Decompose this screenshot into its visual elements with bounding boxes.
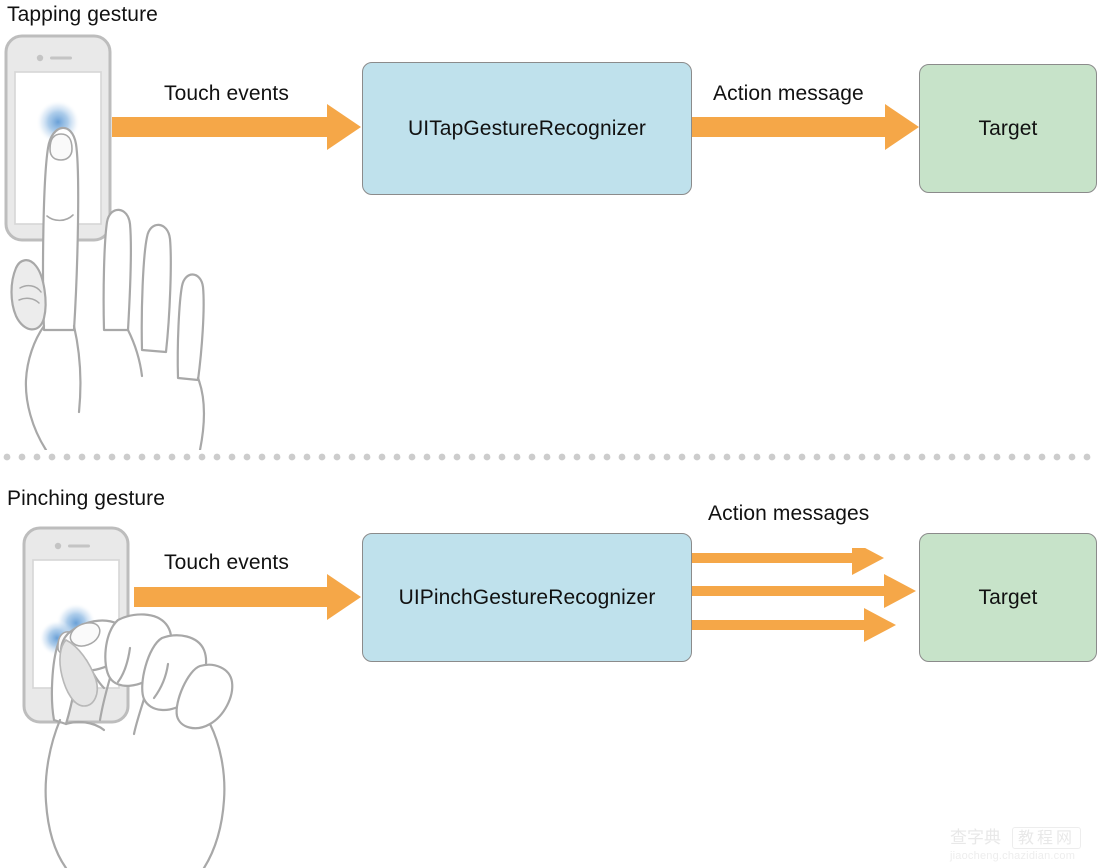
- node-uipinchgesturerecognizer[interactable]: UIPinchGestureRecognizer: [362, 533, 692, 662]
- node-label: UIPinchGestureRecognizer: [398, 585, 656, 609]
- section-title-pinching: Pinching gesture: [7, 487, 166, 510]
- node-target-pinching[interactable]: Target: [919, 533, 1097, 662]
- arrow-action-message-1: [692, 548, 884, 575]
- watermark: 查字典 教程网 jiaocheng.chazidian.com: [950, 827, 1095, 866]
- arrow-group-action-messages-pinching: [692, 548, 916, 642]
- watermark-boxed-text: 教程网: [1012, 827, 1082, 849]
- arrow-action-message-tapping: [692, 104, 919, 150]
- section-title-tapping: Tapping gesture: [7, 3, 158, 26]
- arrow-touch-events-pinching: [134, 574, 361, 620]
- node-uitapgesturerecognizer[interactable]: UITapGestureRecognizer: [362, 62, 692, 195]
- arrow-action-message-2: [692, 574, 916, 608]
- arrow-action-message-3: [692, 608, 896, 642]
- arrow-touch-events-tapping: [112, 104, 361, 150]
- label-action-messages-pinching: Action messages: [708, 502, 870, 525]
- watermark-url: jiaocheng.chazidian.com: [950, 850, 1076, 862]
- label-touch-events-pinching: Touch events: [164, 551, 289, 574]
- node-label: Target: [978, 116, 1038, 140]
- diagram-canvas: Tapping gesture Touch events UITapGestur…: [0, 0, 1099, 868]
- watermark-cn-text: 查字典: [950, 828, 1001, 848]
- label-touch-events-tapping: Touch events: [164, 82, 289, 105]
- node-label: UITapGestureRecognizer: [408, 116, 646, 140]
- node-target-tapping[interactable]: Target: [919, 64, 1097, 193]
- node-label: Target: [978, 585, 1038, 609]
- label-action-message-tapping: Action message: [713, 82, 864, 105]
- section-divider: [3, 453, 1091, 461]
